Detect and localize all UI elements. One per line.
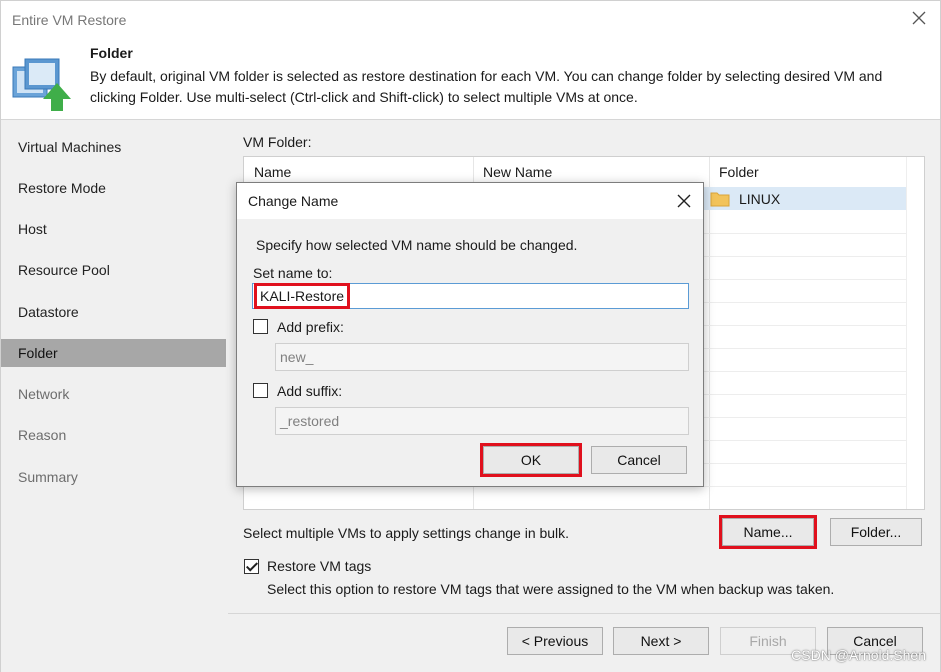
step-network: Network <box>18 386 70 402</box>
change-name-dialog: Change Name Specify how selected VM name… <box>236 182 704 487</box>
set-name-input[interactable]: KALI-Restore <box>252 283 689 309</box>
footer-divider <box>228 613 940 614</box>
window-title: Entire VM Restore <box>12 12 127 28</box>
dialog-title: Change Name <box>248 193 339 209</box>
restore-tags-checkbox[interactable] <box>244 559 259 574</box>
set-name-label: Set name to: <box>253 265 333 281</box>
grid-scrollbar[interactable] <box>906 157 924 509</box>
step-resource-pool[interactable]: Resource Pool <box>1 256 226 284</box>
step-datastore[interactable]: Datastore <box>1 298 226 326</box>
step-virtual-machines[interactable]: Virtual Machines <box>1 133 226 161</box>
add-prefix-label: Add prefix: <box>277 319 344 335</box>
title-bar: Entire VM Restore <box>1 1 940 37</box>
step-folder[interactable]: Folder <box>1 339 226 367</box>
close-icon[interactable] <box>910 9 928 27</box>
folder-cell: LINUX <box>710 188 780 210</box>
prefix-input: new_ <box>275 343 689 371</box>
folder-icon <box>710 192 730 207</box>
step-title: Folder <box>90 45 133 61</box>
step-host[interactable]: Host <box>1 215 226 243</box>
add-suffix-checkbox[interactable] <box>253 383 268 398</box>
watermark: CSDN @Arnold.Shen <box>791 647 926 663</box>
add-prefix-checkbox[interactable] <box>253 319 268 334</box>
dialog-description: Specify how selected VM name should be c… <box>256 237 578 253</box>
add-suffix-label: Add suffix: <box>277 383 343 399</box>
folder-value: LINUX <box>739 191 781 207</box>
previous-button[interactable]: < Previous <box>507 627 603 655</box>
bulk-hint: Select multiple VMs to apply settings ch… <box>243 525 570 541</box>
ok-button[interactable]: OK <box>480 443 582 477</box>
folder-restore-icon <box>12 58 71 111</box>
suffix-input: _restored <box>275 407 689 435</box>
restore-tags-description: Select this option to restore VM tags th… <box>267 581 835 597</box>
set-name-value: KALI-Restore <box>253 283 351 309</box>
restore-tags-label: Restore VM tags <box>267 558 372 574</box>
next-button[interactable]: Next > <box>613 627 709 655</box>
dialog-body: Specify how selected VM name should be c… <box>237 219 703 486</box>
step-description: By default, original VM folder is select… <box>90 68 883 105</box>
column-folder[interactable]: Folder <box>709 157 909 187</box>
wizard-steps-sidebar: Virtual Machines Restore Mode Host Resou… <box>1 120 228 672</box>
name-button[interactable]: Name... <box>719 515 817 549</box>
step-reason: Reason <box>18 427 67 443</box>
close-icon[interactable] <box>676 193 692 209</box>
folder-button[interactable]: Folder... <box>830 518 922 546</box>
dialog-cancel-button[interactable]: Cancel <box>591 446 687 474</box>
step-restore-mode[interactable]: Restore Mode <box>1 174 226 202</box>
wizard-header: Folder By default, original VM folder is… <box>1 37 940 119</box>
vm-folder-label: VM Folder: <box>243 134 312 150</box>
step-summary: Summary <box>18 469 78 485</box>
